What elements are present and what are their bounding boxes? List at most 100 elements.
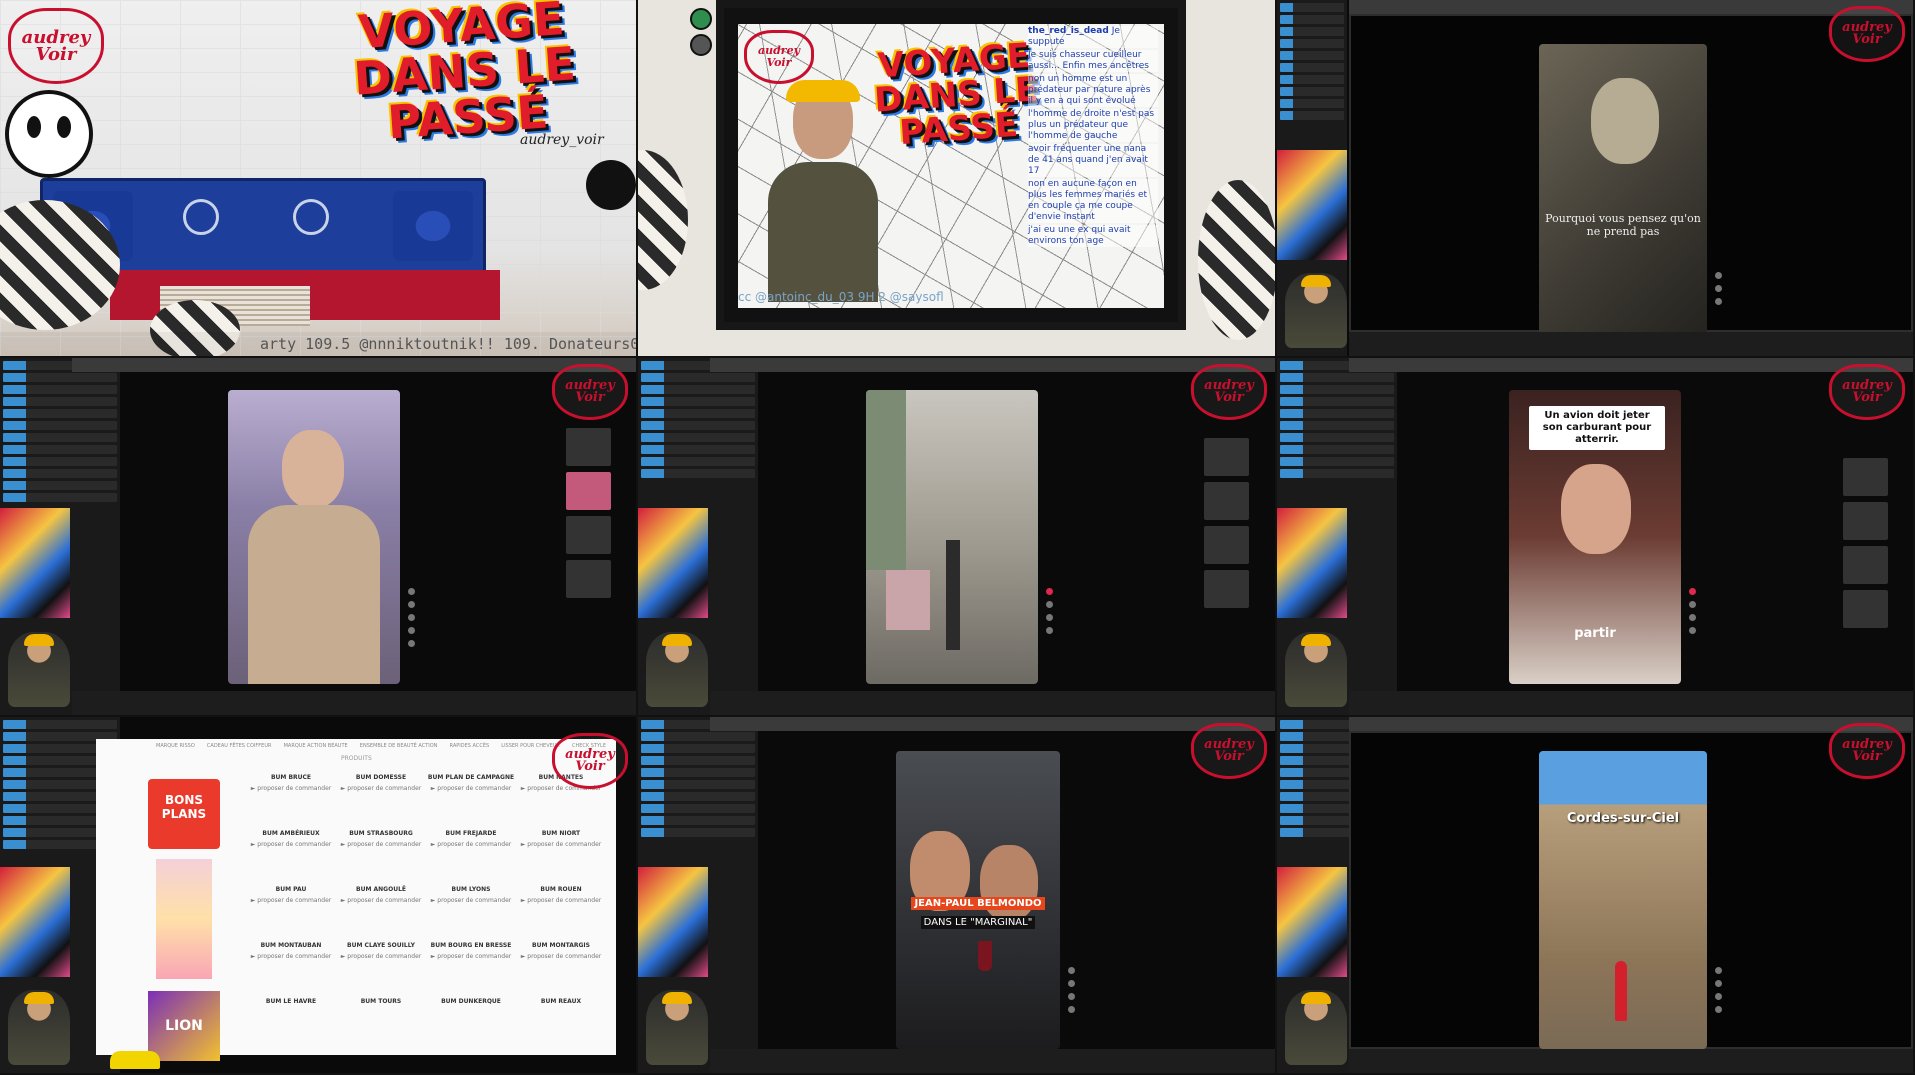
stream-tile-6[interactable]: Un avion doit jeter son carburant pour a… bbox=[1277, 358, 1915, 717]
nav-link[interactable]: RAPIDES ACCÈS bbox=[450, 743, 490, 749]
stream-tile-8[interactable]: JEAN-PAUL BELMONDO DANS LE "MARGINAL" au… bbox=[638, 717, 1277, 1075]
store-link[interactable]: ► proposer de commander bbox=[341, 897, 422, 904]
video-player[interactable]: Un avion doit jeter son carburant pour a… bbox=[1509, 390, 1681, 684]
browser-topbar bbox=[72, 358, 636, 372]
bottom-bar bbox=[710, 1049, 1275, 1073]
store-location[interactable]: BUM LYONS ► proposer de commander bbox=[426, 885, 516, 905]
chat-user: the_red_is_dead bbox=[1028, 26, 1109, 36]
store-location[interactable]: BUM REAUX bbox=[516, 997, 606, 1008]
store-location[interactable]: BUM BOURG EN BRESSE ► proposer de command… bbox=[426, 941, 516, 961]
store-location[interactable]: BUM MONTAUBAN ► proposer de commander bbox=[246, 941, 336, 961]
page-nav[interactable]: MARQUE RISSO CADEAU FÊTES COIFFEUR MARQUE … bbox=[156, 743, 606, 749]
monitor-screen: audrey Voir VOYAGE DANS LE PASSÉ the_red… bbox=[738, 24, 1164, 308]
man-portrait bbox=[1591, 78, 1659, 164]
promo-banner[interactable]: BONS PLANS bbox=[148, 779, 220, 849]
store-location[interactable]: BUM LE HAVRE bbox=[246, 997, 336, 1008]
store-link[interactable]: ► proposer de commander bbox=[431, 897, 512, 904]
stream-tile-2[interactable]: audrey Voir VOYAGE DANS LE PASSÉ the_red… bbox=[638, 0, 1277, 358]
nav-link[interactable]: ENSEMBLE DE BEAUTÉ ACTION bbox=[360, 743, 438, 749]
store-link[interactable]: ► proposer de commander bbox=[341, 785, 422, 792]
store-link[interactable]: ► proposer de commander bbox=[521, 953, 602, 960]
store-title: BUM CLAYE SOUILLY bbox=[347, 942, 415, 949]
sticker-collage bbox=[0, 508, 70, 618]
stream-tile-4[interactable]: audrey Voir bbox=[0, 358, 638, 717]
store-link[interactable]: ► proposer de commander bbox=[431, 953, 512, 960]
video-player[interactable] bbox=[228, 390, 400, 684]
store-link[interactable]: ► proposer de commander bbox=[431, 785, 512, 792]
store-title: BUM MONTARGIS bbox=[532, 942, 590, 949]
video-actions[interactable] bbox=[1068, 967, 1076, 1019]
nav-link[interactable]: MARQUE RISSO bbox=[156, 743, 195, 749]
green-control-icon[interactable] bbox=[690, 8, 712, 30]
streamer-webcam bbox=[1285, 990, 1347, 1065]
video-actions[interactable] bbox=[1046, 588, 1054, 640]
store-location[interactable]: BUM DOMESSE ► proposer de commander bbox=[336, 773, 426, 793]
poster-board bbox=[886, 570, 930, 630]
streamer-body bbox=[768, 162, 878, 302]
store-location[interactable]: BUM NIORT ► proposer de commander bbox=[516, 829, 606, 849]
nav-link[interactable]: LISSER POUR CHEVEUX bbox=[501, 743, 560, 749]
streamer-webcam bbox=[646, 632, 708, 707]
store-location[interactable]: BUM PLAN DE CAMPAGNE ► proposer de comman… bbox=[426, 773, 516, 793]
store-location[interactable]: BUM DUNKERQUE bbox=[426, 997, 516, 1008]
store-location[interactable]: BUM FREJARDE ► proposer de commander bbox=[426, 829, 516, 849]
streamer-webcam bbox=[8, 632, 70, 707]
store-link[interactable]: ► proposer de commander bbox=[251, 841, 332, 848]
store-link[interactable]: ► proposer de commander bbox=[431, 841, 512, 848]
bottom-ticker: cc @antoinc_du_03 9H 2 @saysofl bbox=[738, 290, 944, 304]
promo-banner-lion[interactable]: LION bbox=[148, 991, 220, 1061]
video-actions[interactable] bbox=[1689, 588, 1697, 640]
store-location[interactable]: BUM TOURS bbox=[336, 997, 426, 1008]
bottom-bar bbox=[1349, 691, 1913, 715]
store-location[interactable]: BUM ANGOULÊ ► proposer de commander bbox=[336, 885, 426, 905]
store-title: BUM LYONS bbox=[451, 886, 491, 893]
stream-tile-7[interactable]: MARQUE RISSO CADEAU FÊTES COIFFEUR MARQUE … bbox=[0, 717, 638, 1075]
sticker-collage bbox=[638, 867, 708, 977]
location-title: Cordes-sur-Ciel bbox=[1566, 811, 1680, 826]
nav-link[interactable]: MARQUE ACTION BEAUTE bbox=[284, 743, 348, 749]
video-player[interactable]: Cordes-sur-Ciel bbox=[1539, 751, 1707, 1049]
brand-logo-text: audrey Voir bbox=[1842, 378, 1892, 405]
store-link[interactable]: ► proposer de commander bbox=[251, 785, 332, 792]
black-sphere bbox=[586, 160, 636, 210]
video-actions[interactable] bbox=[1715, 272, 1723, 311]
store-location[interactable]: BUM CLAYE SOUILLY ► proposer de commander bbox=[336, 941, 426, 961]
store-link[interactable]: ► proposer de commander bbox=[251, 897, 332, 904]
brand-logo-text: audrey Voir bbox=[1204, 737, 1254, 764]
store-link[interactable]: ► proposer de commander bbox=[251, 953, 332, 960]
stream-tile-1[interactable]: audrey Voir VOYAGE DANS LE PASSÉ audrey_… bbox=[0, 0, 638, 358]
browser-topbar bbox=[710, 717, 1275, 731]
recommended-list[interactable] bbox=[1843, 458, 1888, 634]
graffiti-signature: audrey_voir bbox=[520, 132, 604, 148]
chat-message: non un homme est un prédateur par nature… bbox=[1028, 74, 1158, 107]
video-actions[interactable] bbox=[408, 588, 416, 653]
stream-tile-5[interactable]: audrey Voir bbox=[638, 358, 1277, 717]
brand-logo: audrey Voir bbox=[552, 733, 628, 789]
stream-tile-3[interactable]: Pourquoi vous pensez qu'on ne prend pas … bbox=[1277, 0, 1915, 358]
video-player[interactable]: JEAN-PAUL BELMONDO DANS LE "MARGINAL" bbox=[896, 751, 1060, 1049]
store-location[interactable]: BUM MONTARGIS ► proposer de commander bbox=[516, 941, 606, 961]
store-title: BUM FREJARDE bbox=[445, 830, 497, 837]
store-link[interactable]: ► proposer de commander bbox=[521, 897, 602, 904]
store-location[interactable]: BUM BRUCE ► proposer de commander bbox=[246, 773, 336, 793]
store-location[interactable]: BUM ROUEN ► proposer de commander bbox=[516, 885, 606, 905]
recommended-list[interactable] bbox=[566, 428, 611, 604]
store-link[interactable]: ► proposer de commander bbox=[521, 841, 602, 848]
brand-logo-text: audrey Voir bbox=[1204, 378, 1254, 405]
streamer-headband bbox=[786, 80, 860, 102]
store-location[interactable]: BUM STRASBOURG ► proposer de commander bbox=[336, 829, 426, 849]
video-player[interactable] bbox=[866, 390, 1038, 684]
recommended-list[interactable] bbox=[1204, 438, 1249, 614]
store-link[interactable]: ► proposer de commander bbox=[341, 841, 422, 848]
stream-tile-9[interactable]: Cordes-sur-Ciel audrey Voir bbox=[1277, 717, 1915, 1075]
store-link[interactable]: ► proposer de commander bbox=[341, 953, 422, 960]
product-image[interactable] bbox=[156, 859, 212, 979]
brand-logo: audrey Voir bbox=[8, 8, 104, 84]
store-location[interactable]: BUM PAU ► proposer de commander bbox=[246, 885, 336, 905]
store-location[interactable]: BUM AMBÉRIEUX ► proposer de commander bbox=[246, 829, 336, 849]
grey-control-icon[interactable] bbox=[690, 34, 712, 56]
web-page[interactable]: MARQUE RISSO CADEAU FÊTES COIFFEUR MARQUE … bbox=[96, 739, 616, 1061]
video-actions[interactable] bbox=[1715, 967, 1723, 1019]
nav-link[interactable]: CADEAU FÊTES COIFFEUR bbox=[207, 743, 272, 749]
video-player[interactable]: Pourquoi vous pensez qu'on ne prend pas bbox=[1539, 44, 1707, 334]
